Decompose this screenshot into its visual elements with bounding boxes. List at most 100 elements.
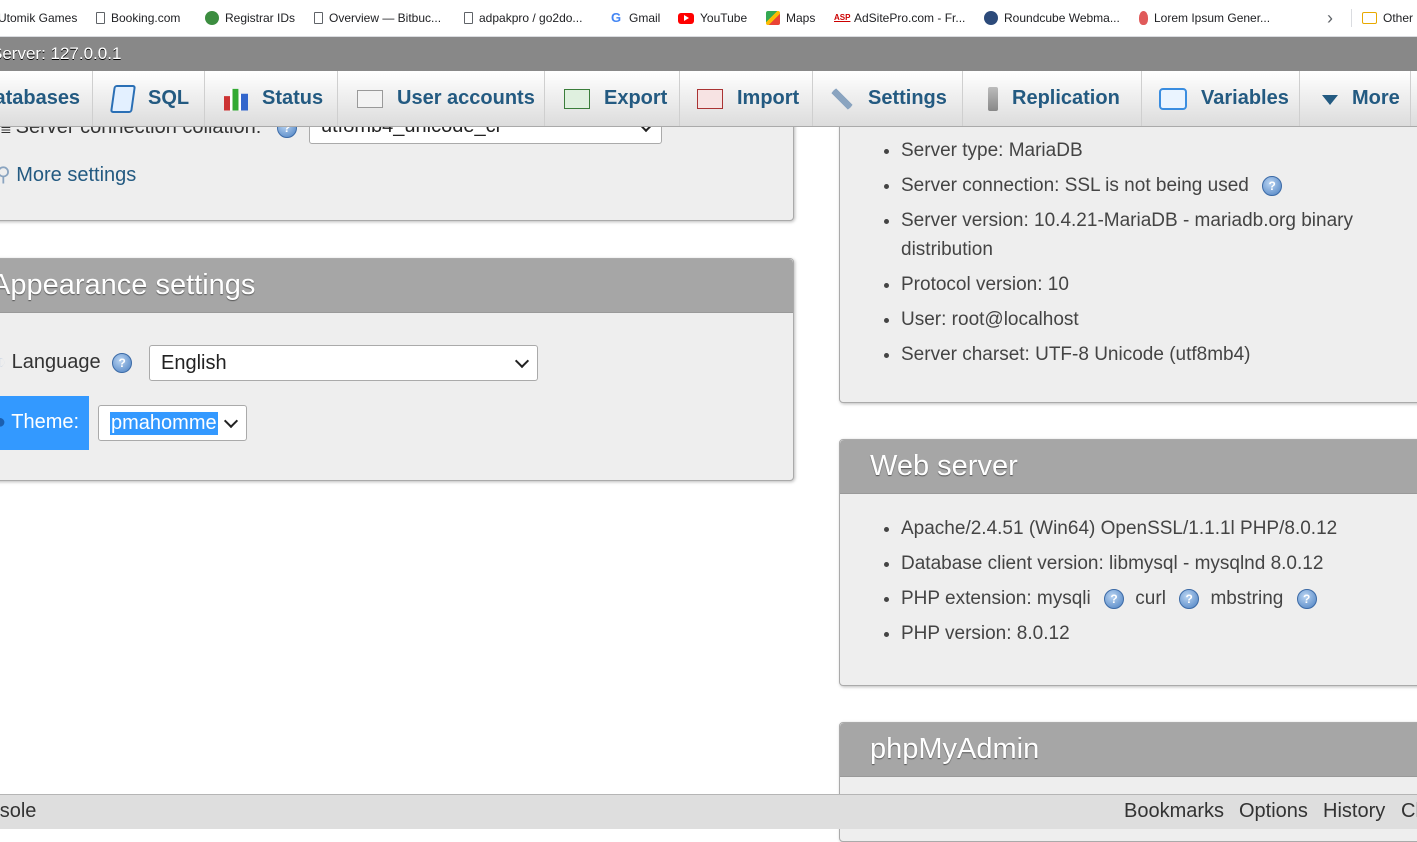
appearance-title: Appearance settings [0, 259, 793, 313]
bookmark-lorem[interactable]: Lorem Ipsum Gener... [1139, 0, 1270, 36]
status-icon [224, 88, 248, 111]
console-toggle[interactable]: Console [0, 800, 36, 823]
tab-export[interactable]: Export [545, 71, 680, 126]
top-menu: Databases SQL Status User accounts Expor… [0, 71, 1417, 127]
tab-import[interactable]: Import [680, 71, 813, 126]
bookmark-other[interactable]: Other [1362, 0, 1413, 36]
bookmark-roundcube[interactable]: Roundcube Webma... [984, 0, 1120, 36]
help-icon[interactable]: ? [1296, 588, 1317, 609]
server-version-item: Server version: 10.4.21-MariaDB - mariad… [901, 206, 1417, 264]
maps-icon [766, 11, 780, 25]
theme-row: ● Theme: [0, 411, 79, 434]
bookmark-label: Overview — Bitbuc... [329, 11, 442, 25]
bookmark-booking[interactable]: Booking.com [96, 0, 180, 36]
bookmark-adsitepro[interactable]: ASP AdSitePro.com - Fr... [834, 0, 965, 36]
tab-sql[interactable]: SQL [93, 71, 205, 126]
more-settings-label: More settings [16, 164, 137, 186]
server-breadcrumb-bar: Server: 127.0.0.1 [0, 37, 1417, 71]
caret-down-icon [1322, 94, 1338, 105]
bookmark-label: Lorem Ipsum Gener... [1154, 11, 1271, 25]
bookmark-bitbucket[interactable]: Overview — Bitbuc... [314, 0, 441, 36]
language-label: Language [11, 351, 101, 373]
console-history[interactable]: History [1323, 800, 1385, 823]
tab-label: SQL [148, 87, 190, 109]
server-type-item: Server type: MariaDB [901, 136, 1417, 165]
bookmark-utomik[interactable]: Utomik Games [0, 0, 77, 36]
tab-replication[interactable]: Replication [963, 71, 1142, 126]
roundcube-icon [984, 11, 998, 25]
folder-icon [1362, 12, 1377, 24]
tab-label: Import [737, 87, 800, 109]
protocol-version-item: Protocol version: 10 [901, 270, 1417, 299]
tab-label: Status [262, 87, 324, 109]
more-settings-link[interactable]: ⚲ More settings [0, 162, 136, 187]
tab-status[interactable]: Status [205, 71, 338, 126]
web-server-list: Apache/2.4.51 (Win64) OpenSSL/1.1.1l PHP… [840, 514, 1417, 648]
help-icon[interactable]: ? [1104, 588, 1125, 609]
bookmarks-divider [1351, 9, 1352, 27]
theme-icon: ● [0, 411, 7, 433]
youtube-icon [678, 12, 694, 24]
theme-select[interactable]: pmahomme [98, 405, 247, 441]
tab-variables[interactable]: Variables [1142, 71, 1300, 126]
help-icon[interactable]: ? [1179, 588, 1200, 609]
tab-label: Export [604, 87, 668, 109]
console-clear[interactable]: Clear [1401, 800, 1417, 823]
bookmark-registrar[interactable]: Registrar IDs [205, 0, 295, 36]
bookmark-label: Registrar IDs [225, 11, 296, 25]
language-select[interactable]: English [149, 345, 538, 381]
tab-label: Settings [868, 87, 947, 109]
server-connection-text: Server connection: SSL is not being used [901, 175, 1249, 196]
wrench-icon: ⚲ [0, 164, 11, 186]
tab-label: Replication [1012, 87, 1120, 109]
language-value: English [161, 352, 227, 374]
bookmark-youtube[interactable]: YouTube [678, 0, 747, 36]
tab-user-accounts[interactable]: User accounts [338, 71, 545, 126]
tab-label: More [1352, 87, 1400, 109]
bookmark-label: adpakpro / go2do... [479, 11, 583, 25]
bookmark-maps[interactable]: Maps [766, 0, 815, 36]
page-icon [96, 12, 105, 24]
sql-icon [110, 84, 136, 113]
bookmark-label: Booking.com [111, 11, 181, 25]
replication-icon [988, 86, 998, 111]
web-server-title: Web server [840, 440, 1417, 494]
theme-value: pmahomme [110, 412, 218, 435]
bookmark-label: YouTube [700, 11, 748, 25]
wrench-icon [830, 86, 854, 111]
apache-item: Apache/2.4.51 (Win64) OpenSSL/1.1.1l PHP… [901, 514, 1417, 543]
curl-label: curl [1135, 588, 1166, 609]
console-bookmarks[interactable]: Bookmarks [1124, 800, 1224, 823]
bookmarks-bar: Utomik Games Booking.com Registrar IDs O… [0, 0, 1417, 37]
google-icon: G [610, 10, 622, 25]
user-item: User: root@localhost [901, 305, 1417, 334]
bookmark-gmail[interactable]: G Gmail [609, 0, 660, 36]
tab-databases[interactable]: Databases [0, 71, 93, 126]
theme-label: Theme: [11, 411, 80, 433]
chevron-right-icon[interactable]: › [1327, 0, 1333, 36]
help-icon[interactable]: ? [112, 352, 133, 373]
tab-more[interactable]: More [1300, 71, 1411, 126]
page-icon [464, 12, 473, 24]
web-server-panel: Web server Apache/2.4.51 (Win64) OpenSSL… [839, 439, 1417, 686]
database-server-list: Server type: MariaDB Server connection: … [840, 136, 1417, 375]
export-icon [564, 88, 590, 109]
bookmark-label: Maps [786, 11, 816, 25]
help-icon[interactable]: ? [1262, 175, 1283, 196]
asp-icon: ASP [834, 13, 851, 22]
server-connection-item: Server connection: SSL is not being used… [901, 171, 1417, 200]
bookmark-label: Gmail [629, 11, 661, 25]
php-extension-label: PHP extension: mysqli [901, 588, 1091, 609]
console-options[interactable]: Options [1239, 800, 1308, 823]
bookmark-adpakpro[interactable]: adpakpro / go2do... [464, 0, 582, 36]
import-icon [697, 88, 723, 109]
bookmark-label: AdSitePro.com - Fr... [854, 11, 966, 25]
phpmyadmin-title: phpMyAdmin [840, 723, 1417, 777]
bookmark-label: Utomik Games [0, 11, 78, 25]
tab-label: Databases [0, 87, 81, 109]
globe-icon [205, 11, 219, 25]
lorem-icon [1139, 11, 1148, 25]
db-client-item: Database client version: libmysql - mysq… [901, 549, 1417, 578]
server-breadcrumb[interactable]: Server: 127.0.0.1 [0, 37, 121, 71]
tab-settings[interactable]: Settings [813, 71, 963, 126]
